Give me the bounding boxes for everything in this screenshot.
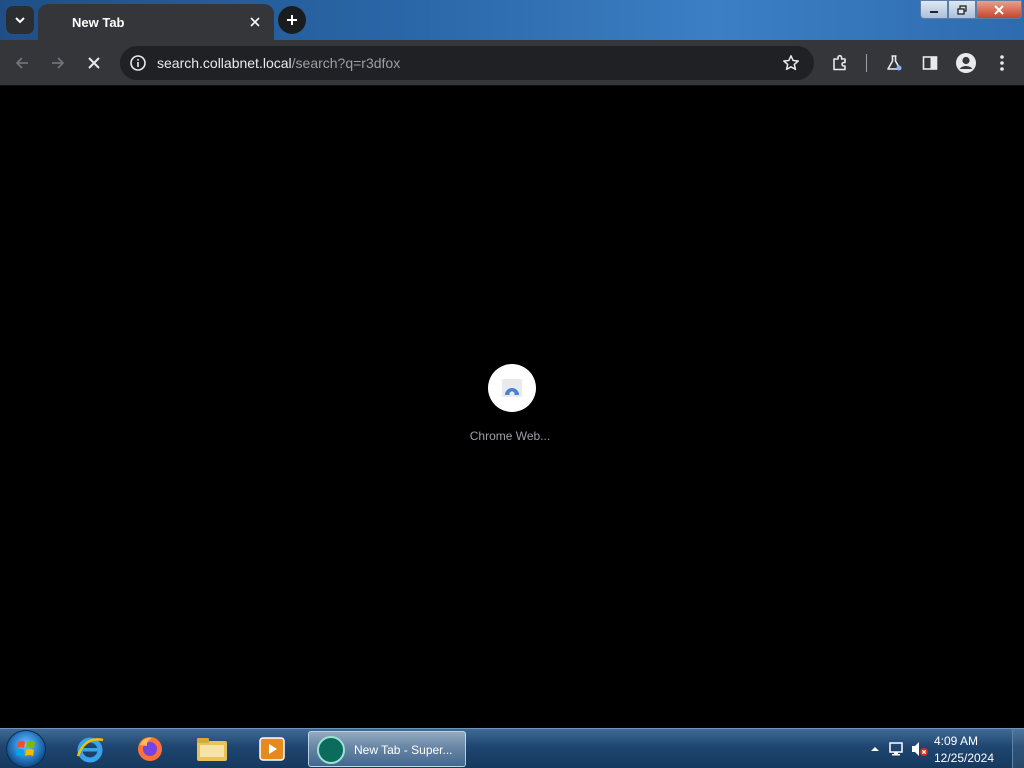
window-close-button[interactable] xyxy=(976,0,1022,19)
taskbar: New Tab - Super... 4:09 AM 12/25/2024 xyxy=(0,728,1024,768)
ie-icon xyxy=(76,737,104,763)
minimize-button[interactable] xyxy=(920,0,948,19)
tab-strip: New Tab xyxy=(0,0,1024,40)
web-store-loading-badge xyxy=(488,364,536,412)
tab-close-button[interactable] xyxy=(246,13,264,31)
labs-flask-icon xyxy=(887,55,902,71)
clock-date[interactable]: 12/25/2024 xyxy=(924,751,1004,765)
explorer-folder-icon xyxy=(197,738,227,761)
taskbar-explorer[interactable] xyxy=(186,731,238,767)
address-bar[interactable]: search.collabnet.local/search?q=r3dfox xyxy=(120,46,814,80)
media-player-icon xyxy=(259,737,285,761)
restore-button[interactable] xyxy=(948,0,976,19)
menu-button[interactable] xyxy=(990,51,1014,75)
star-icon[interactable] xyxy=(782,54,800,72)
tab-search-icon xyxy=(15,17,25,24)
url-path: /search?q=r3dfox xyxy=(291,55,401,71)
screen: New Tab search.collabnet.local/search?q=… xyxy=(0,0,1024,768)
close-icon xyxy=(250,17,260,27)
network-icon[interactable] xyxy=(888,740,906,758)
extensions-button[interactable] xyxy=(828,51,852,75)
extensions-icon xyxy=(833,54,846,71)
tray-arrow-icon[interactable] xyxy=(870,745,880,753)
back-button[interactable] xyxy=(10,51,34,75)
restore-icon xyxy=(957,4,967,15)
info-icon[interactable] xyxy=(129,54,147,72)
stop-icon xyxy=(88,57,100,69)
url-host: search.collabnet.local xyxy=(157,55,292,71)
web-store-icon xyxy=(502,379,522,397)
firefox-icon xyxy=(138,737,162,761)
side-panel-icon xyxy=(922,56,938,70)
browser-toolbar: search.collabnet.local/search?q=r3dfox xyxy=(0,40,1024,86)
url-text: search.collabnet.local/search?q=r3dfox xyxy=(157,55,400,71)
system-tray: 4:09 AM 12/25/2024 xyxy=(854,729,1024,768)
tab-new-tab[interactable]: New Tab xyxy=(38,4,274,40)
forward-icon xyxy=(52,57,65,69)
taskbar-media-player[interactable] xyxy=(246,731,298,767)
forward-button[interactable] xyxy=(46,51,70,75)
browser-app-icon xyxy=(317,736,345,764)
start-button[interactable] xyxy=(6,730,46,768)
window-controls xyxy=(920,0,1022,20)
tab-search-button[interactable] xyxy=(6,6,34,34)
show-desktop-button[interactable] xyxy=(1012,729,1024,768)
profile-button[interactable] xyxy=(954,51,978,75)
profile-icon xyxy=(956,53,976,73)
labs-button[interactable] xyxy=(882,51,906,75)
clock-time[interactable]: 4:09 AM xyxy=(916,734,996,748)
taskbar-running-browser[interactable]: New Tab - Super... xyxy=(308,731,466,767)
close-icon xyxy=(994,4,1004,15)
tab-title: New Tab xyxy=(72,15,125,30)
taskbar-ie[interactable] xyxy=(64,731,116,767)
side-panel-button[interactable] xyxy=(918,51,942,75)
menu-kebab-icon xyxy=(1000,55,1004,71)
start-orb-icon xyxy=(16,741,35,756)
new-tab-button[interactable] xyxy=(278,6,306,34)
stop-loading-button[interactable] xyxy=(82,51,106,75)
taskbar-firefox[interactable] xyxy=(124,731,176,767)
page-content: Chrome Web... xyxy=(0,87,1024,728)
plus-icon xyxy=(287,15,297,25)
toolbar-separator xyxy=(866,54,867,72)
taskbar-app-label: New Tab - Super... xyxy=(354,743,453,757)
minimize-icon xyxy=(930,10,938,13)
back-icon xyxy=(15,57,28,69)
loading-label: Chrome Web... xyxy=(469,429,551,443)
